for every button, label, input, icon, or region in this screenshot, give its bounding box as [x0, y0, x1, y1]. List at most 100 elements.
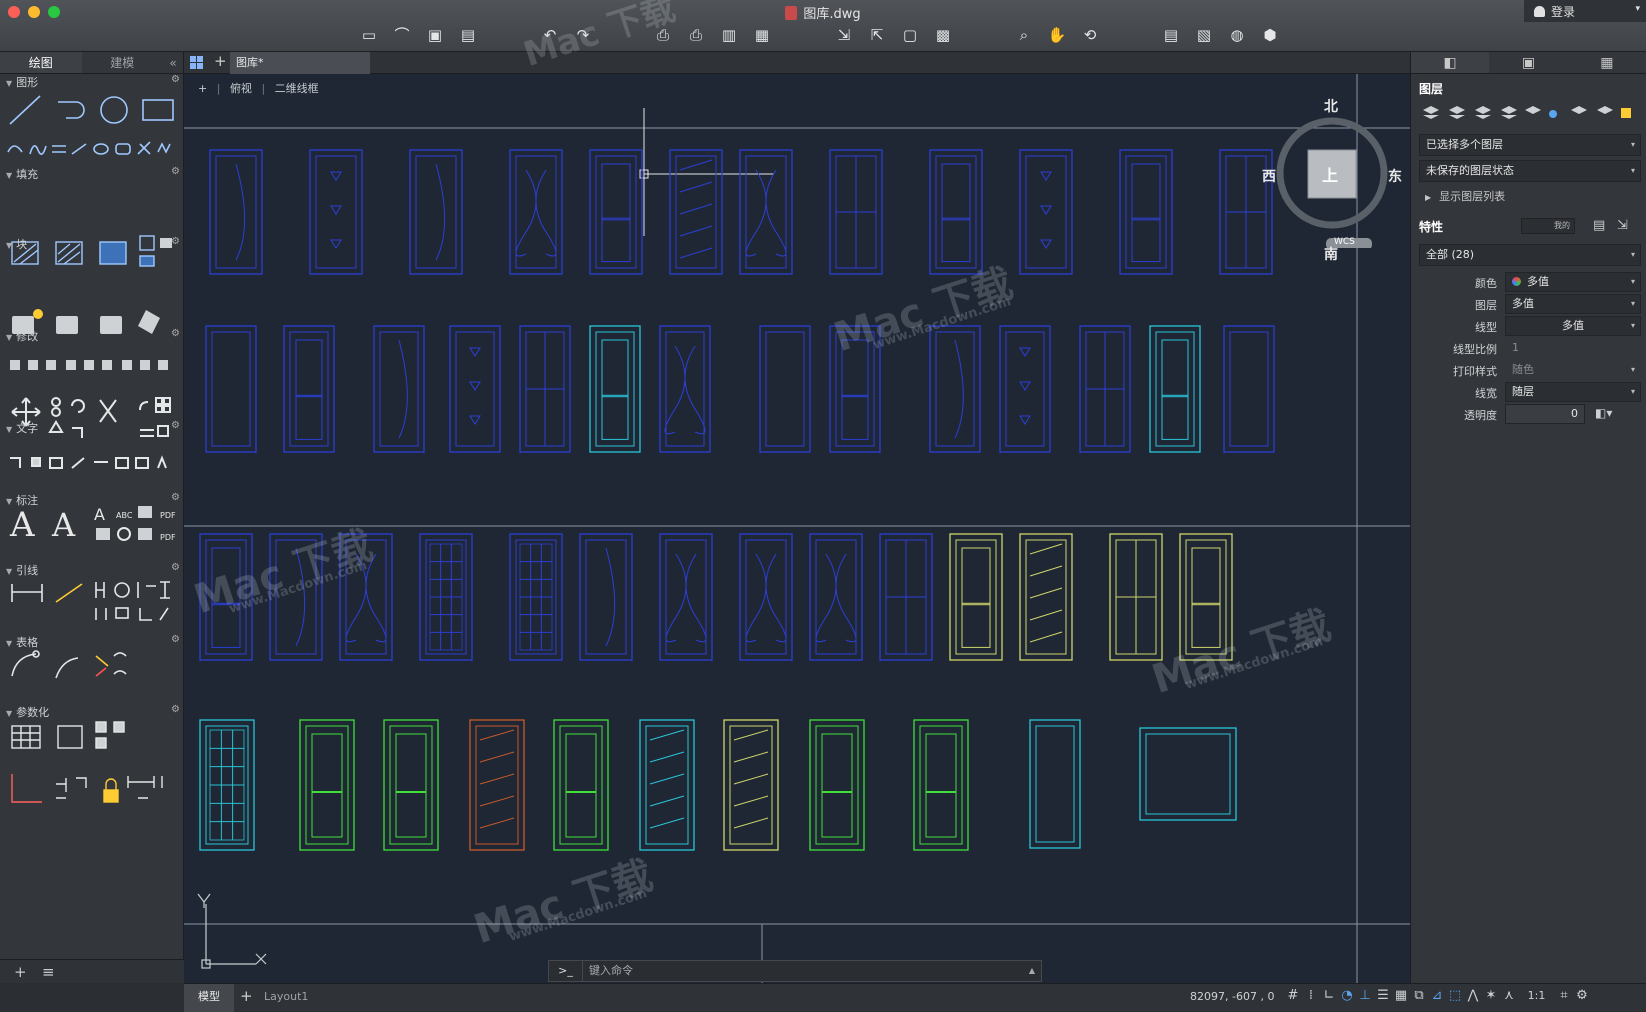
transparency-menu-icon[interactable]: ◧▾ — [1595, 406, 1612, 420]
orbit-icon[interactable]: ⟲ — [1079, 24, 1101, 46]
annotation-icon[interactable]: ⋀ — [1464, 988, 1482, 1006]
linetype-dropdown[interactable]: 多值 ▾ — [1505, 316, 1641, 336]
import-icon[interactable]: ⇲ — [833, 24, 855, 46]
gear-icon[interactable]: ⚙ — [171, 704, 180, 715]
section-table[interactable]: ▼ 表格 ⚙ — [0, 634, 184, 650]
snap-icon[interactable]: ⁞ — [1302, 988, 1320, 1006]
viewport-controls[interactable]: + | 俯视 | 二维线框 — [198, 80, 325, 96]
tab-draw[interactable]: 绘图 — [0, 52, 82, 73]
gear-icon[interactable]: ⚙ — [171, 420, 180, 431]
open-file-icon[interactable]: ⌒ — [391, 24, 413, 46]
batch-plot-icon[interactable]: ⎙ — [685, 24, 707, 46]
arc-tool-icon — [7, 145, 23, 153]
gear-icon[interactable]: ⚙ — [171, 74, 180, 85]
list-icon[interactable]: ≡ — [42, 963, 55, 981]
layer-tool-icon[interactable]: ⬢ — [1259, 24, 1281, 46]
undo-icon[interactable]: ↶ — [539, 24, 561, 46]
compass-east[interactable]: 东 — [1388, 166, 1402, 186]
cloud-icon[interactable]: ◍ — [1226, 24, 1248, 46]
settings-gear-icon[interactable]: ⚙ — [1573, 988, 1591, 1006]
pan-hand-icon[interactable]: ✋ — [1046, 24, 1068, 46]
layer-dropdown[interactable]: 多值 ▾ — [1505, 294, 1641, 314]
wcs-menu[interactable]: WCS — [1334, 237, 1355, 247]
grid-view-icon[interactable] — [190, 56, 203, 69]
linetype-scale-field[interactable]: 1 — [1505, 338, 1641, 358]
props-scope-toggle[interactable]: 我的 — [1521, 218, 1575, 234]
layer-state-dropdown[interactable]: 未保存的图层状态 ▾ — [1419, 160, 1641, 182]
zoom-icon[interactable]: ⌕ — [1013, 24, 1035, 46]
compass-north[interactable]: 北 — [1324, 96, 1338, 116]
polar-icon[interactable]: ◔ — [1338, 988, 1356, 1006]
redo-icon[interactable]: ↷ — [572, 24, 594, 46]
section-modify[interactable]: ▼ 修改 ⚙ — [0, 328, 184, 344]
add-icon[interactable]: + — [14, 963, 27, 981]
gear-icon[interactable]: ⚙ — [171, 328, 180, 339]
attach-icon[interactable]: ▢ — [899, 24, 921, 46]
tab-layers[interactable]: ◧ — [1411, 52, 1490, 73]
export-icon[interactable]: ⇱ — [866, 24, 888, 46]
chevron-up-icon[interactable]: ▲ — [1029, 961, 1035, 981]
annotation-scale-icon[interactable]: ✶ — [1482, 988, 1500, 1006]
new-tab-icon[interactable]: + — [214, 52, 227, 70]
tab-table[interactable]: ▦ — [1568, 52, 1646, 73]
plot-icon[interactable]: ⎙ — [652, 24, 674, 46]
transparency-slider[interactable]: 0 — [1505, 404, 1585, 424]
save-as-icon[interactable]: ▤ — [457, 24, 479, 46]
compass-south[interactable]: 南 — [1324, 244, 1338, 264]
selection-cycle-icon[interactable]: ⧉ — [1410, 988, 1428, 1006]
isodraft-icon[interactable]: ⊥ — [1356, 988, 1374, 1006]
tab-modeling[interactable]: 建模 — [82, 52, 164, 73]
command-line[interactable]: >_ 键入命令 ▲ — [548, 960, 1042, 982]
color-dropdown[interactable]: 多值 ▾ — [1505, 272, 1641, 292]
login-button[interactable]: 登录 ▾ — [1524, 0, 1646, 22]
tab-layout1[interactable]: Layout1 — [250, 984, 322, 1012]
match-properties-icon[interactable]: ▧ — [1193, 24, 1215, 46]
workspace-icon[interactable]: ⌗ — [1555, 988, 1573, 1006]
quick-select-icon[interactable]: ▤ — [1593, 218, 1605, 233]
grid-icon[interactable]: # — [1284, 988, 1302, 1006]
gear-icon[interactable]: ⚙ — [171, 492, 180, 503]
gear-icon[interactable]: ⚙ — [171, 166, 180, 177]
gear-icon[interactable]: ⚙ — [171, 562, 180, 573]
scale-menu[interactable]: 1:1 — [1522, 989, 1552, 1007]
visual-style-menu[interactable]: 二维线框 — [275, 82, 319, 95]
osnap-icon[interactable]: ⊿ — [1428, 988, 1446, 1006]
section-text[interactable]: ▼ 文字 ⚙ — [0, 420, 184, 436]
save-icon[interactable]: ▣ — [424, 24, 446, 46]
properties-icon[interactable]: ▤ — [1160, 24, 1182, 46]
share-icon[interactable]: ▩ — [932, 24, 954, 46]
cube-face-top[interactable]: 上 — [1322, 162, 1338, 186]
lineweight-icon[interactable]: ☰ — [1374, 988, 1392, 1006]
section-leader[interactable]: ▼ 引线 ⚙ — [0, 562, 184, 578]
ortho-icon[interactable]: ∟ — [1320, 988, 1338, 1006]
section-fill[interactable]: ▼ 填充 ⚙ — [0, 166, 184, 182]
command-history-button[interactable]: >_ — [549, 961, 583, 981]
lineweight-dropdown[interactable]: 随层 ▾ — [1505, 382, 1641, 402]
section-dimension[interactable]: ▼ 标注 ⚙ — [0, 492, 184, 508]
tab-drawing[interactable]: 图库* — [230, 52, 370, 74]
new-file-icon[interactable]: ▭ — [358, 24, 380, 46]
show-layer-list[interactable]: ▶ 显示图层列表 — [1425, 188, 1505, 204]
section-block[interactable]: ▼ 块 ⚙ — [0, 236, 184, 252]
ucs-dyn-icon[interactable]: ⬚ — [1446, 988, 1464, 1006]
publish-icon[interactable]: ▦ — [751, 24, 773, 46]
compass-west[interactable]: 西 — [1262, 166, 1276, 186]
annotation-visibility-icon[interactable]: ⋏ — [1500, 988, 1518, 1006]
page-setup-icon[interactable]: ▥ — [718, 24, 740, 46]
collapse-palette-icon[interactable]: « — [163, 52, 183, 73]
section-parametric[interactable]: ▼ 参数化 ⚙ — [0, 704, 184, 720]
gear-icon[interactable]: ⚙ — [171, 634, 180, 645]
tab-blocks[interactable]: ▣ — [1489, 52, 1567, 73]
gear-icon[interactable]: ⚙ — [171, 236, 180, 247]
transparency-icon[interactable]: ▦ — [1392, 988, 1410, 1006]
layer-select-dropdown[interactable]: 已选择多个图层 ▾ — [1419, 134, 1641, 156]
viewport-menu[interactable]: + — [198, 82, 207, 95]
view-menu[interactable]: 俯视 — [230, 82, 252, 95]
view-cube[interactable]: 北 南 西 东 上 WCS — [1262, 96, 1402, 263]
drawing-canvas[interactable]: + | 俯视 | 二维线框 北 南 西 东 上 WCS >_ 键入命令 ▲ — [184, 74, 1410, 983]
section-shapes[interactable]: ▼ 图形 ⚙ — [0, 74, 184, 90]
select-objects-icon[interactable]: ⇲ — [1617, 218, 1628, 233]
command-input[interactable]: 键入命令 — [589, 964, 633, 977]
object-filter-dropdown[interactable]: 全部 (28) ▾ — [1419, 244, 1641, 266]
tab-model[interactable]: 模型 — [184, 984, 234, 1012]
